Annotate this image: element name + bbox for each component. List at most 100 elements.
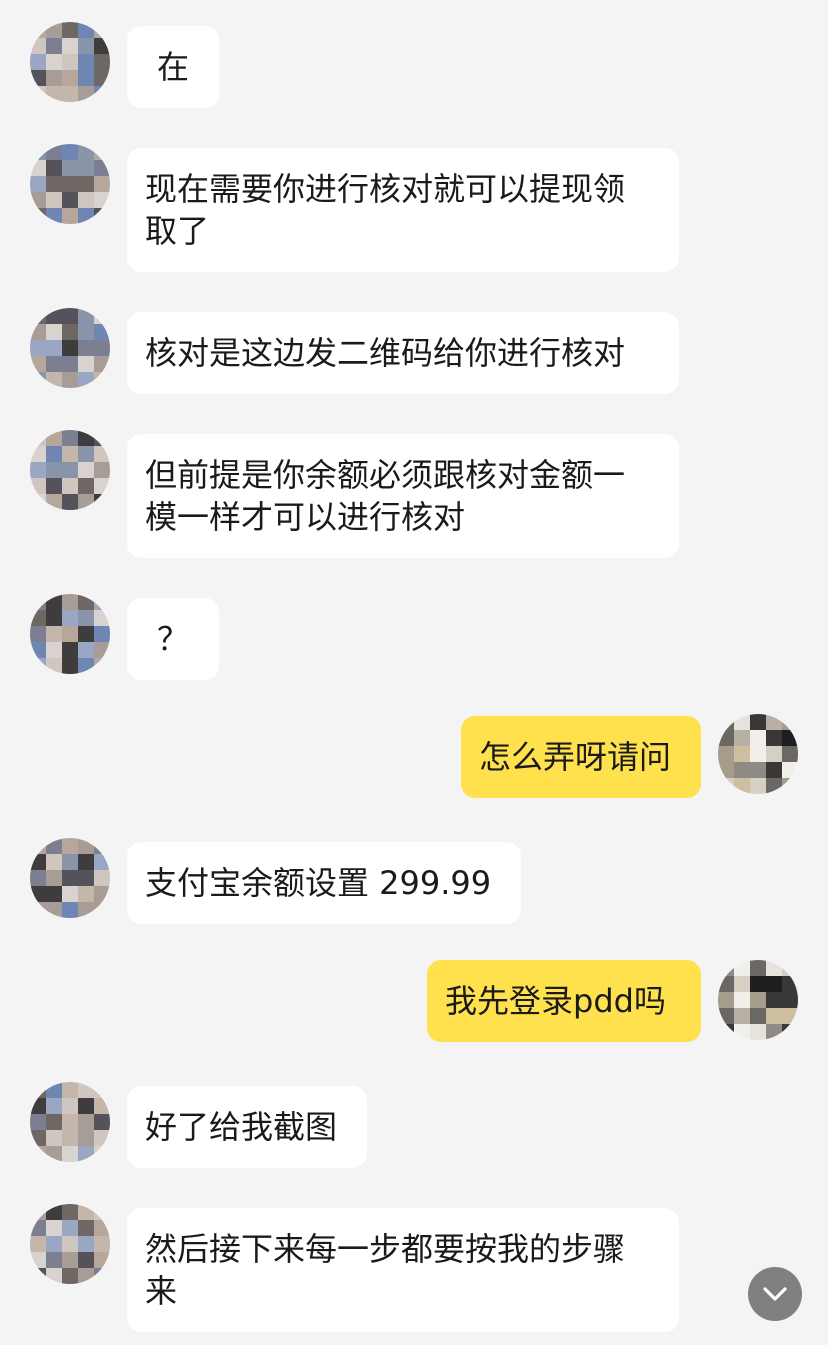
avatar-pixel bbox=[78, 144, 94, 160]
avatar-pixel bbox=[62, 642, 78, 658]
contact-avatar[interactable] bbox=[30, 308, 110, 388]
contact-avatar[interactable] bbox=[30, 838, 110, 918]
avatar-pixel bbox=[78, 1098, 94, 1114]
avatar-pixel bbox=[30, 70, 46, 86]
avatar-pixel bbox=[94, 870, 110, 886]
avatar-pixel bbox=[94, 854, 110, 870]
avatar-pixel bbox=[718, 730, 734, 746]
avatar-pixel bbox=[766, 714, 782, 730]
avatar-pixel bbox=[46, 54, 62, 70]
avatar-pixel bbox=[734, 746, 750, 762]
avatar-pixel bbox=[46, 1146, 62, 1162]
avatar-pixel bbox=[30, 854, 46, 870]
avatar-pixel bbox=[94, 1220, 110, 1236]
avatar-pixel bbox=[78, 870, 94, 886]
avatar-pixel bbox=[62, 308, 78, 324]
user-avatar[interactable] bbox=[718, 714, 798, 794]
contact-avatar[interactable] bbox=[30, 22, 110, 102]
avatar-pixel bbox=[734, 762, 750, 778]
avatar-pixel bbox=[30, 1220, 46, 1236]
avatar-pixel bbox=[62, 176, 78, 192]
avatar-pixel bbox=[30, 642, 46, 658]
avatar-pixel bbox=[78, 1252, 94, 1268]
avatar-pixel bbox=[78, 176, 94, 192]
avatar-pixel bbox=[30, 838, 46, 854]
avatar-pixel bbox=[94, 462, 110, 478]
avatar-pixel bbox=[46, 1082, 62, 1098]
contact-avatar[interactable] bbox=[30, 144, 110, 224]
contact-avatar[interactable] bbox=[30, 430, 110, 510]
avatar-pixel bbox=[46, 176, 62, 192]
avatar-pixel bbox=[30, 1268, 46, 1284]
incoming-message-bubble[interactable]: 现在需要你进行核对就可以提现领 取了 bbox=[127, 148, 679, 272]
contact-avatar[interactable] bbox=[30, 1082, 110, 1162]
avatar-pixel bbox=[766, 960, 782, 976]
avatar-pixel bbox=[30, 38, 46, 54]
avatar-pixel bbox=[94, 324, 110, 340]
avatar-pixel bbox=[46, 1252, 62, 1268]
avatar-pixel bbox=[46, 192, 62, 208]
avatar-pixel bbox=[94, 208, 110, 224]
avatar-pixel bbox=[78, 1204, 94, 1220]
avatar-pixel bbox=[78, 446, 94, 462]
avatar-pixel bbox=[782, 1024, 798, 1040]
avatar-pixel bbox=[78, 854, 94, 870]
incoming-message-bubble[interactable]: ？ bbox=[127, 598, 219, 680]
avatar-pixel bbox=[78, 494, 94, 510]
avatar-pixel bbox=[30, 446, 46, 462]
contact-avatar[interactable] bbox=[30, 1204, 110, 1284]
avatar-pixel bbox=[46, 324, 62, 340]
avatar-pixel bbox=[62, 430, 78, 446]
avatar-pixel bbox=[734, 1024, 750, 1040]
avatar-pixel bbox=[94, 192, 110, 208]
avatar-pixel bbox=[30, 1146, 46, 1162]
avatar-pixel bbox=[94, 1268, 110, 1284]
avatar-pixel bbox=[62, 1114, 78, 1130]
avatar-pixel bbox=[94, 478, 110, 494]
avatar-pixel bbox=[46, 642, 62, 658]
avatar-pixel bbox=[46, 208, 62, 224]
incoming-message-bubble[interactable]: 好了给我截图 bbox=[127, 1086, 367, 1168]
avatar-pixel bbox=[94, 1146, 110, 1162]
scroll-to-bottom-button[interactable] bbox=[748, 1267, 802, 1321]
avatar-pixel bbox=[62, 594, 78, 610]
outgoing-message-bubble[interactable]: 我先登录pdd吗 bbox=[427, 960, 701, 1042]
avatar-pixel bbox=[62, 1146, 78, 1162]
avatar-pixel bbox=[78, 610, 94, 626]
incoming-message-bubble[interactable]: 在 bbox=[127, 26, 219, 108]
avatar-pixel bbox=[30, 610, 46, 626]
avatar-pixel bbox=[46, 870, 62, 886]
outgoing-message-bubble[interactable]: 怎么弄呀请问 bbox=[461, 716, 701, 798]
avatar-pixel bbox=[62, 70, 78, 86]
avatar-pixel bbox=[78, 626, 94, 642]
user-avatar[interactable] bbox=[718, 960, 798, 1040]
incoming-message-bubble[interactable]: 核对是这边发二维码给你进行核对 bbox=[127, 312, 679, 394]
avatar-pixel bbox=[734, 992, 750, 1008]
avatar-pixel bbox=[62, 208, 78, 224]
avatar-pixel bbox=[766, 1024, 782, 1040]
avatar-pixel bbox=[78, 1130, 94, 1146]
incoming-message-bubble[interactable]: 但前提是你余额必须跟核对金额一 模一样才可以进行核对 bbox=[127, 434, 679, 558]
avatar-pixel bbox=[78, 594, 94, 610]
contact-avatar[interactable] bbox=[30, 594, 110, 674]
avatar-pixel bbox=[62, 192, 78, 208]
avatar-pixel bbox=[30, 1130, 46, 1146]
avatar-pixel bbox=[62, 1130, 78, 1146]
avatar-pixel bbox=[46, 1220, 62, 1236]
avatar-pixel bbox=[782, 730, 798, 746]
avatar-pixel bbox=[78, 1220, 94, 1236]
avatar-pixel bbox=[750, 976, 766, 992]
avatar-pixel bbox=[30, 192, 46, 208]
avatar-pixel bbox=[78, 86, 94, 102]
avatar-pixel bbox=[94, 86, 110, 102]
avatar-pixel bbox=[62, 870, 78, 886]
avatar-pixel bbox=[94, 1098, 110, 1114]
avatar-pixel bbox=[62, 658, 78, 674]
incoming-message-bubble[interactable]: 然后接下来每一步都要按我的步骤 来 bbox=[127, 1208, 679, 1332]
incoming-message-bubble[interactable]: 支付宝余额设置 299.99 bbox=[127, 842, 521, 924]
avatar-pixel bbox=[750, 1024, 766, 1040]
chat-message-list[interactable]: 在 现在需要你进行核对就可以提现领 取了 核对是这边发二维码给你进行核对 但前提… bbox=[0, 0, 828, 1345]
avatar-pixel bbox=[94, 1236, 110, 1252]
avatar-pixel bbox=[782, 746, 798, 762]
avatar-pixel bbox=[766, 746, 782, 762]
